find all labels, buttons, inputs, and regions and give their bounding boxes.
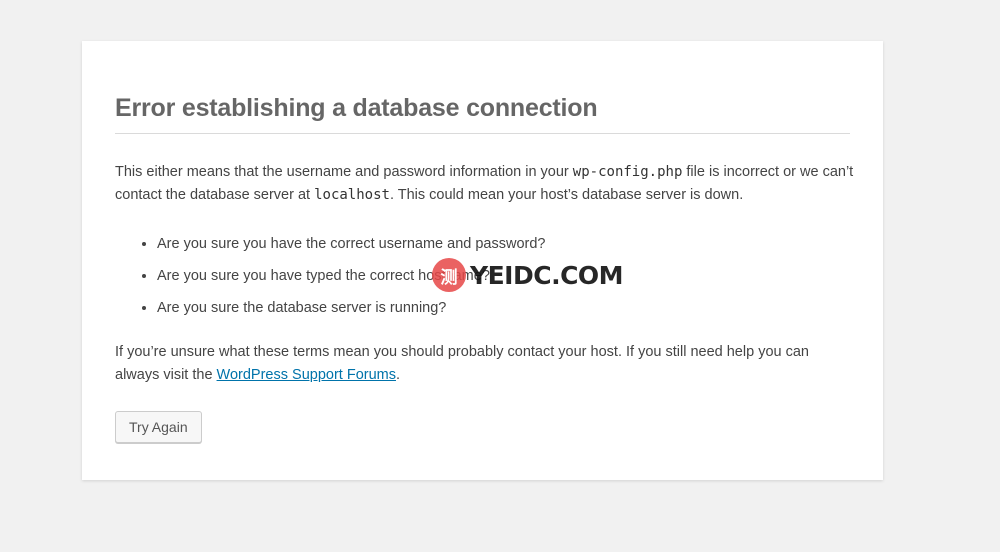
database-host: localhost [314,187,390,203]
error-description-text: This either means that the username and … [115,164,573,180]
list-item: Are you sure you have the correct userna… [157,228,546,260]
help-text: If you’re unsure what these terms mean y… [115,341,855,387]
error-description-text: . This could mean your host’s database s… [389,187,744,203]
help-text-part: . [395,367,401,383]
list-item: Are you sure you have typed the correct … [157,260,546,292]
error-card: Error establishing a database connection… [82,41,883,480]
support-forums-link[interactable]: WordPress Support Forums [217,367,396,383]
try-again-button[interactable]: Try Again [115,411,202,443]
troubleshooting-list: Are you sure you have the correct userna… [115,228,546,324]
list-item: Are you sure the database server is runn… [157,292,546,324]
page-title: Error establishing a database connection [115,94,850,134]
config-file-name: wp-config.php [572,164,683,180]
error-description: This either means that the username and … [115,161,855,207]
